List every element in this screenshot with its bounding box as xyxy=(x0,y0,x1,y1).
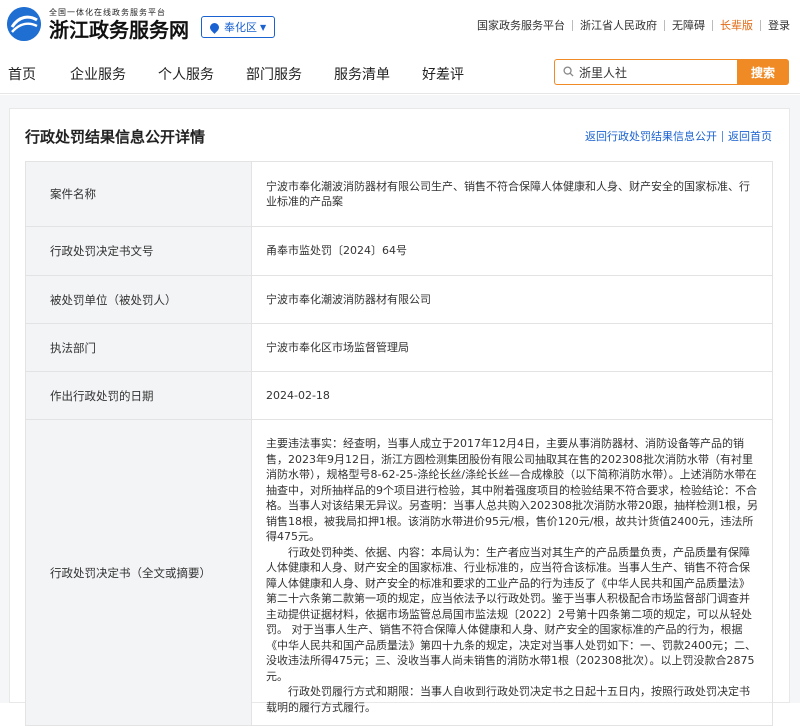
row-value: 宁波市奉化潮波消防器材有限公司生产、销售不符合保障人体健康和人身、财产安全的国家… xyxy=(251,161,773,227)
brand-name: 浙江政务服务网 xyxy=(49,18,189,42)
row-label: 作出行政处罚的日期 xyxy=(25,371,252,420)
decision-text: 主要违法事实：经查明，当事人成立于2017年12月4日，主要从事消防器材、消防设… xyxy=(251,419,773,726)
detail-card: 行政处罚结果信息公开详情 返回行政处罚结果信息公开 返回首页 案件名称 宁波市奉… xyxy=(9,108,790,726)
table-row: 作出行政处罚的日期 2024-02-18 xyxy=(25,371,773,420)
table-row: 执法部门 宁波市奉化区市场监督管理局 xyxy=(25,323,773,372)
row-label: 行政处罚决定书文号 xyxy=(25,226,252,276)
execution-paragraph: 行政处罚履行方式和期限：当事人自收到行政处罚决定书之日起十五日内，按照行政处罚决… xyxy=(266,685,750,714)
row-label: 案件名称 xyxy=(25,161,252,227)
table-row: 被处罚单位（被处罚人） 宁波市奉化潮波消防器材有限公司 xyxy=(25,275,773,324)
row-value: 2024-02-18 xyxy=(251,371,773,420)
location-pin-icon xyxy=(208,20,221,34)
page-title: 行政处罚结果信息公开详情 xyxy=(25,128,206,146)
row-label: 行政处罚决定书（全文或摘要） xyxy=(25,419,252,726)
divider xyxy=(722,130,723,142)
violation-facts-paragraph: 主要违法事实：经查明，当事人成立于2017年12月4日，主要从事消防器材、消防设… xyxy=(266,437,758,543)
table-row: 行政处罚决定书文号 甬奉市监处罚〔2024〕64号 xyxy=(25,226,773,276)
site-logo-icon[interactable] xyxy=(7,7,41,41)
row-value: 甬奉市监处罚〔2024〕64号 xyxy=(251,226,773,276)
back-to-list-link[interactable]: 返回行政处罚结果信息公开 xyxy=(585,128,717,144)
row-label: 执法部门 xyxy=(25,323,252,372)
nav-service-list[interactable]: 服务清单 xyxy=(334,64,390,84)
link-accessibility[interactable]: 无障碍 xyxy=(672,17,705,33)
search-input[interactable] xyxy=(579,63,729,81)
search-box xyxy=(554,59,737,85)
penalty-basis-paragraph: 行政处罚种类、依据、内容：本局认为：生产者应当对其生产的产品质量负责，产品质量有… xyxy=(266,545,756,683)
region-selector[interactable]: 奉化区 ▼ xyxy=(201,16,276,38)
site-header: 全国一体化在线政务服务平台 浙江政务服务网 奉化区 ▼ 国家政务服务平台 浙江省… xyxy=(0,0,800,50)
divider xyxy=(572,19,573,31)
detail-table: 案件名称 宁波市奉化潮波消防器材有限公司生产、销售不符合保障人体健康和人身、财产… xyxy=(25,161,773,726)
nav-personal-services[interactable]: 个人服务 xyxy=(158,64,214,84)
search-icon xyxy=(563,66,574,77)
top-links: 国家政务服务平台 浙江省人民政府 无障碍 长辈版 登录 xyxy=(477,17,790,33)
back-links: 返回行政处罚结果信息公开 返回首页 xyxy=(585,128,772,144)
divider xyxy=(712,19,713,31)
login-link[interactable]: 登录 xyxy=(768,17,790,33)
nav-enterprise-services[interactable]: 企业服务 xyxy=(70,64,126,84)
row-value: 宁波市奉化区市场监督管理局 xyxy=(251,323,773,372)
table-row: 行政处罚决定书（全文或摘要） 主要违法事实：经查明，当事人成立于2017年12月… xyxy=(25,419,773,726)
row-label: 被处罚单位（被处罚人） xyxy=(25,275,252,324)
search-button[interactable]: 搜索 xyxy=(737,59,789,85)
nav-feedback[interactable]: 好差评 xyxy=(422,64,464,84)
brand[interactable]: 全国一体化在线政务服务平台 浙江政务服务网 xyxy=(49,8,189,42)
row-value: 宁波市奉化潮波消防器材有限公司 xyxy=(251,275,773,324)
brand-subtitle: 全国一体化在线政务服务平台 xyxy=(49,8,166,17)
link-national-platform[interactable]: 国家政务服务平台 xyxy=(477,17,565,33)
back-to-home-link[interactable]: 返回首页 xyxy=(728,128,772,144)
divider xyxy=(760,19,761,31)
main-nav: 首页 企业服务 个人服务 部门服务 服务清单 好差评 搜索 xyxy=(0,50,800,94)
link-elder-mode[interactable]: 长辈版 xyxy=(720,17,753,33)
table-row: 案件名称 宁波市奉化潮波消防器材有限公司生产、销售不符合保障人体健康和人身、财产… xyxy=(25,161,773,227)
nav-department-services[interactable]: 部门服务 xyxy=(246,64,302,84)
nav-home[interactable]: 首页 xyxy=(8,64,36,84)
region-label: 奉化区 xyxy=(224,21,257,34)
divider xyxy=(664,19,665,31)
caret-down-icon: ▼ xyxy=(260,22,267,32)
link-provincial-gov[interactable]: 浙江省人民政府 xyxy=(580,17,657,33)
